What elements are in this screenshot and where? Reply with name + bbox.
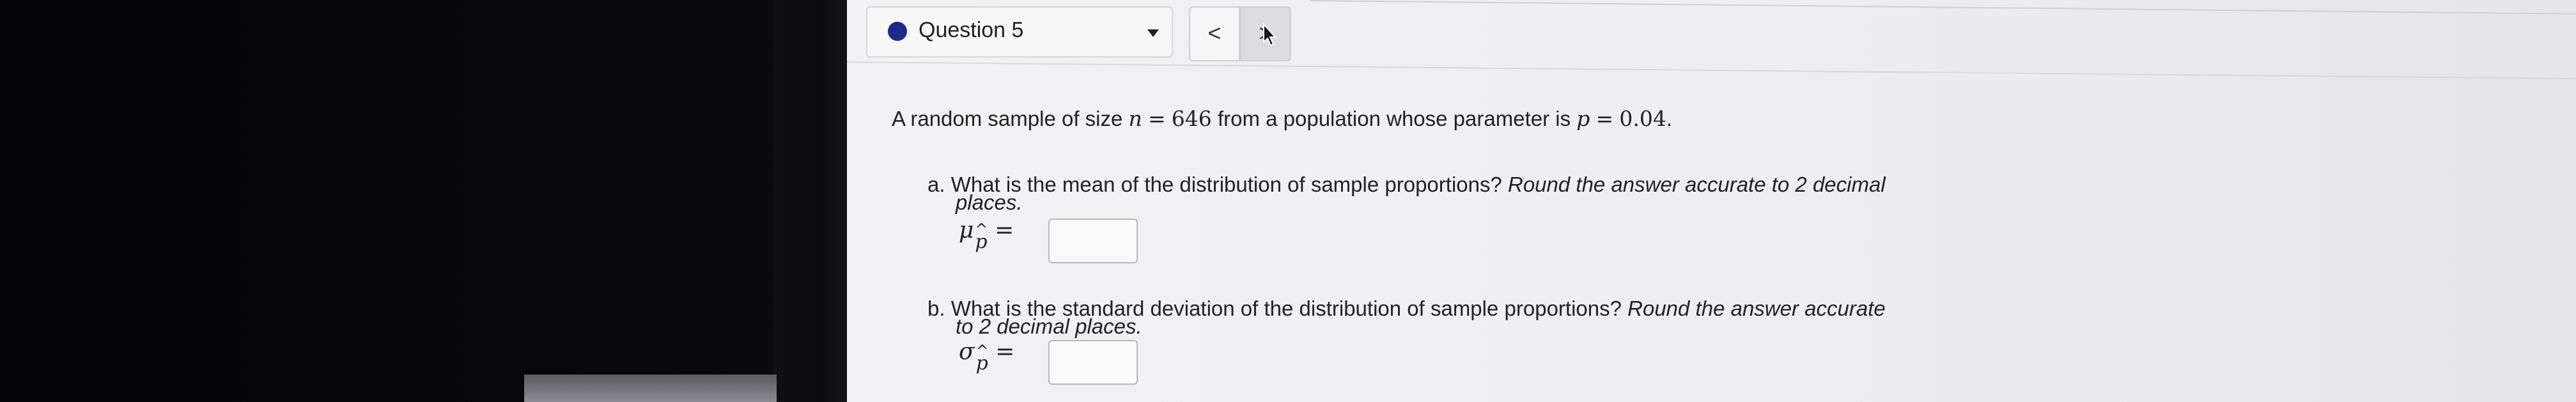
n-value: 646 bbox=[1171, 106, 1212, 131]
background-glare bbox=[524, 375, 777, 402]
monitor-bezel bbox=[773, 0, 847, 402]
intro-text: A random sample of size bbox=[892, 107, 1123, 130]
equals-sign: = bbox=[995, 339, 1015, 365]
mid-text: from a population whose parameter is bbox=[1217, 107, 1571, 130]
part-a-question: a. What is the mean of the distribution … bbox=[927, 173, 1886, 197]
std-dev-answer-input[interactable] bbox=[1048, 340, 1138, 385]
previous-question-button[interactable]: < bbox=[1189, 6, 1240, 61]
part-b-marker: b. bbox=[927, 297, 945, 320]
part-a-marker: a. bbox=[927, 173, 945, 196]
equals-sign: = bbox=[1147, 106, 1166, 131]
part-b-instruction: Round the answer accurate bbox=[1627, 297, 1886, 320]
std-dev-label: σ ^ p = bbox=[959, 339, 1015, 375]
p-symbol: p bbox=[1576, 106, 1590, 131]
question-status-dot bbox=[888, 22, 907, 41]
equals-sign: = bbox=[1595, 106, 1614, 131]
n-symbol: n bbox=[1128, 106, 1142, 131]
part-a-instruction: Round the answer accurate to 2 decimal bbox=[1508, 173, 1886, 196]
sigma-symbol: σ bbox=[959, 339, 975, 365]
p-value: 0.04 bbox=[1619, 106, 1666, 131]
part-a-question-text: What is the mean of the distribution of … bbox=[950, 173, 1502, 196]
period: . bbox=[1666, 107, 1673, 130]
mu-symbol: μ bbox=[959, 217, 974, 244]
part-b-instruction-cont: to 2 decimal places. bbox=[956, 314, 1142, 338]
mean-answer-input[interactable] bbox=[1048, 219, 1138, 263]
chevron-down-icon bbox=[1147, 29, 1159, 37]
hat-accent: ^ bbox=[975, 342, 989, 360]
question-select[interactable]: Question 5 bbox=[866, 6, 1173, 58]
hat-accent: ^ bbox=[975, 220, 988, 238]
part-a-instruction-cont: places. bbox=[956, 190, 1023, 214]
equals-sign: = bbox=[995, 217, 1014, 244]
dark-background bbox=[0, 0, 773, 402]
problem-statement: A random sample of size n = 646 from a p… bbox=[892, 106, 1672, 131]
mouse-cursor-icon bbox=[1263, 23, 1276, 47]
mean-label: μ ^ p = bbox=[959, 217, 1014, 253]
question-label: Question 5 bbox=[919, 18, 1024, 42]
